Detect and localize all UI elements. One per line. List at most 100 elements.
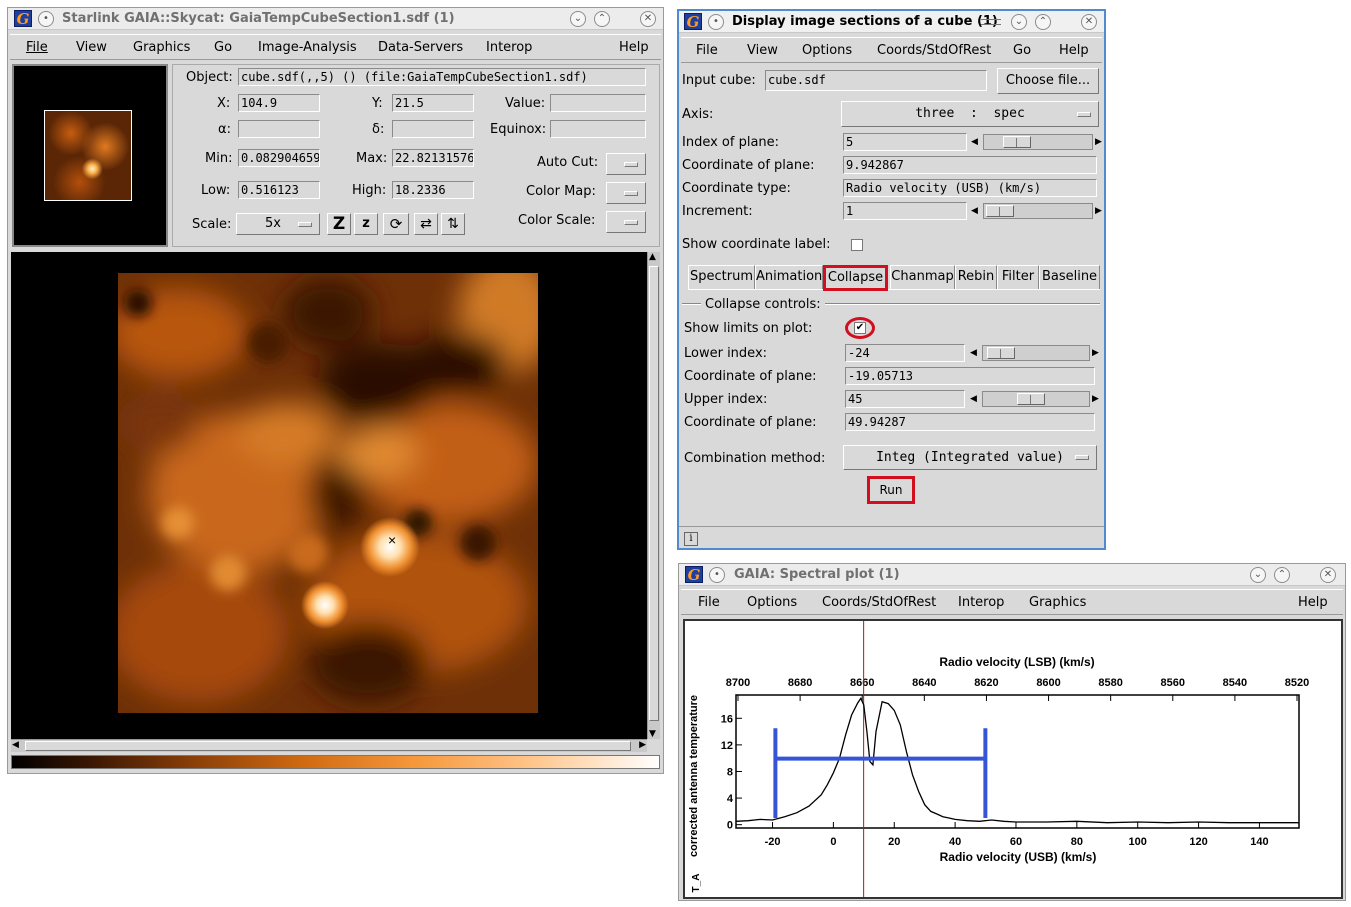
flip-x-button[interactable]: ⇄ [414, 213, 438, 235]
scroll-thumb[interactable] [649, 266, 659, 721]
slider-right-icon[interactable]: ▶ [1092, 394, 1099, 404]
slider-left-icon[interactable]: ◀ [970, 394, 977, 404]
menu-options[interactable]: Options [802, 43, 852, 58]
spectral-titlebar[interactable]: G • GAIA: Spectral plot (1) ⌄ ⌃ ✕ [679, 564, 1345, 586]
combination-menu[interactable]: Integ (Integrated value) [843, 445, 1097, 470]
slider-left-icon[interactable]: ◀ [970, 348, 977, 358]
cube-titlebar[interactable]: G • Display image sections of a cube (1)… [679, 11, 1104, 33]
maximize-icon[interactable]: ⌃ [594, 11, 610, 27]
slider-left-icon[interactable]: ◀ [971, 206, 978, 216]
scroll-left-icon[interactable]: ◀ [12, 740, 19, 750]
y-field[interactable]: 21.5 [392, 94, 474, 112]
info-icon[interactable]: i [684, 532, 698, 546]
slider-thumb[interactable] [987, 347, 1015, 359]
tab-animation[interactable]: Animation [755, 265, 823, 289]
x-field[interactable]: 104.9 [238, 94, 320, 112]
menu-coords[interactable]: Coords/StdOfRest [877, 43, 991, 58]
lower-index-slider[interactable] [982, 345, 1090, 361]
increment-slider[interactable] [983, 203, 1093, 219]
delta-field[interactable] [392, 120, 474, 138]
menu-help[interactable]: Help [1059, 43, 1089, 58]
slider-thumb[interactable] [1003, 136, 1031, 148]
lower-index-field[interactable]: -24 [845, 344, 965, 362]
show-coord-checkbox[interactable] [851, 239, 863, 251]
low-field[interactable]: 0.516123 [238, 181, 320, 199]
min-field[interactable]: 0.082904659 [238, 149, 320, 167]
upper-index-slider[interactable] [982, 391, 1090, 407]
menu-interop[interactable]: Interop [486, 40, 532, 55]
upper-index-field[interactable]: 45 [845, 390, 965, 408]
scroll-thumb[interactable] [25, 741, 631, 751]
index-slider[interactable] [983, 134, 1093, 150]
run-button[interactable]: Run [867, 476, 915, 504]
vertical-scrollbar[interactable]: ▲ ▼ [647, 252, 660, 739]
image-canvas[interactable]: × [11, 252, 647, 739]
window-menu-icon[interactable]: • [708, 14, 724, 30]
flip-y-button[interactable]: ⇅ [441, 213, 465, 235]
colorscale-menu[interactable] [606, 211, 646, 233]
alpha-field[interactable] [238, 120, 320, 138]
slider-thumb[interactable] [986, 205, 1014, 217]
minimize-icon[interactable]: ⌄ [570, 11, 586, 27]
tab-spectrum[interactable]: Spectrum [688, 265, 755, 289]
tab-filter[interactable]: Filter [997, 265, 1039, 289]
menu-file[interactable]: File [698, 595, 720, 610]
menu-data-servers[interactable]: Data-Servers [378, 40, 463, 55]
slider-thumb[interactable] [1017, 393, 1045, 405]
menu-help[interactable]: Help [1298, 595, 1328, 610]
menu-go[interactable]: Go [214, 40, 232, 55]
value-field[interactable] [550, 94, 646, 112]
coord-field[interactable]: 9.942867 [843, 156, 1097, 174]
equinox-field[interactable] [550, 120, 646, 138]
minimize-icon[interactable]: ⌄ [1011, 14, 1027, 30]
show-limits-checkbox[interactable]: ✔ [854, 322, 866, 334]
object-field[interactable]: cube.sdf(,,5) () (file:GaiaTempCubeSecti… [238, 68, 646, 86]
rotate-button[interactable]: ⟳ [383, 213, 409, 235]
tab-collapse[interactable]: Collapse [823, 265, 888, 291]
close-icon[interactable]: ✕ [1081, 14, 1097, 30]
choose-file-button[interactable]: Choose file... [997, 68, 1099, 94]
colorbar[interactable] [11, 755, 660, 769]
zoom-in-button[interactable]: Z [327, 213, 351, 235]
slider-right-icon[interactable]: ▶ [1095, 206, 1102, 216]
menu-help[interactable]: Help [619, 40, 649, 55]
maximize-icon[interactable]: ⌃ [1274, 567, 1290, 583]
horizontal-scrollbar[interactable]: ◀ ▶ [11, 739, 647, 752]
menu-file[interactable]: File [26, 40, 48, 55]
tab-chanmap[interactable]: Chanmap [890, 265, 955, 289]
lower-coord-field[interactable]: -19.05713 [845, 367, 1095, 385]
high-field[interactable]: 18.2336 [392, 181, 474, 199]
skycat-titlebar[interactable]: G • Starlink GAIA::Skycat: GaiaTempCubeS… [8, 8, 663, 30]
close-icon[interactable]: ✕ [640, 11, 656, 27]
spectrum-plot[interactable]: 8700 8680 8660 8640 8620 8600 8580 8560 8540 8520… [685, 621, 1341, 897]
increment-field[interactable]: 1 [843, 202, 967, 220]
menu-interop[interactable]: Interop [958, 595, 1004, 610]
zoom-out-button[interactable]: z [354, 213, 378, 235]
window-menu-icon[interactable]: • [38, 11, 54, 27]
coord-type-field[interactable]: Radio velocity (USB) (km/s) [843, 179, 1097, 197]
plot-canvas[interactable]: 8700 8680 8660 8640 8620 8600 8580 8560 8540 8520… [683, 619, 1343, 899]
slider-right-icon[interactable]: ▶ [1095, 137, 1102, 147]
colormap-menu[interactable] [606, 182, 646, 204]
input-cube-field[interactable]: cube.sdf [765, 70, 987, 91]
menu-view[interactable]: View [76, 40, 107, 55]
menu-go[interactable]: Go [1013, 43, 1031, 58]
axis-menu[interactable]: three : spec [841, 101, 1099, 127]
autocut-menu[interactable] [606, 153, 646, 175]
max-field[interactable]: 22.82131576 [392, 149, 474, 167]
menu-coords[interactable]: Coords/StdOfRest [822, 595, 936, 610]
minimize-icon[interactable]: ⌄ [1250, 567, 1266, 583]
scroll-down-icon[interactable]: ▼ [649, 729, 656, 739]
close-icon[interactable]: ✕ [1320, 567, 1336, 583]
maximize-icon[interactable]: ⌃ [1035, 14, 1051, 30]
slider-left-icon[interactable]: ◀ [971, 137, 978, 147]
tab-rebin[interactable]: Rebin [955, 265, 997, 289]
scale-menu[interactable]: 5x [236, 213, 320, 235]
pan-thumbnail[interactable] [44, 110, 132, 201]
menu-graphics[interactable]: Graphics [133, 40, 190, 55]
menu-graphics[interactable]: Graphics [1029, 595, 1086, 610]
menu-options[interactable]: Options [747, 595, 797, 610]
pan-window[interactable] [12, 64, 168, 247]
tab-baseline[interactable]: Baseline [1039, 265, 1100, 289]
index-field[interactable]: 5 [843, 133, 967, 151]
